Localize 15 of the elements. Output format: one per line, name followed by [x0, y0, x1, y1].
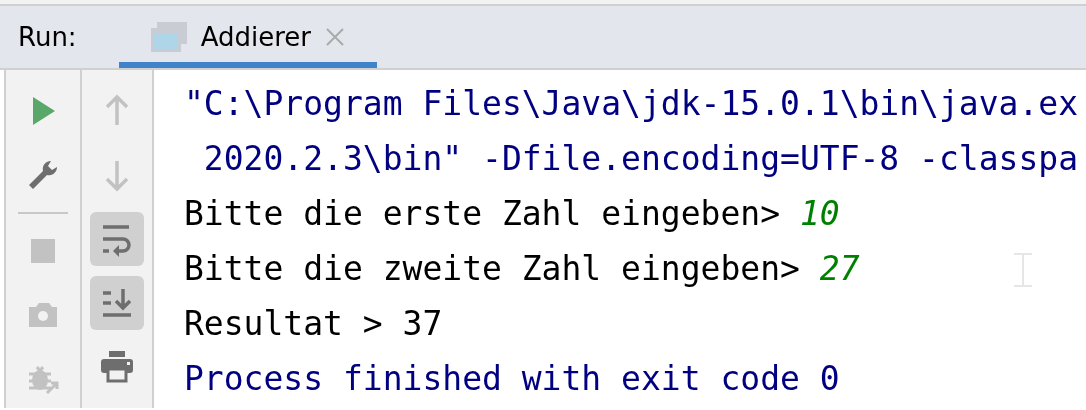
console-line: "C:\Program Files\Java\jdk-15.0.1\bin\java.ex — [184, 83, 1079, 125]
panel-label: Run: — [18, 20, 77, 54]
console-line: Bitte die zweite Zahl eingeben> 27 — [184, 248, 860, 290]
text-cursor-icon — [1012, 252, 1034, 288]
print-icon — [99, 349, 135, 385]
run-tab[interactable]: Addierer — [118, 12, 377, 68]
close-icon[interactable] — [325, 27, 345, 47]
console-line: Bitte die erste Zahl eingeben> 10 — [184, 193, 840, 235]
console-line: Process finished with exit code 0 — [184, 358, 840, 400]
console-line: 2020.2.3\bin" -Dfile.encoding=UTF-8 -classpa — [202, 138, 1079, 180]
tab-label: Addierer — [200, 20, 311, 54]
console-line: Resultat > 37 — [184, 303, 443, 345]
scroll-to-end-button[interactable] — [90, 276, 144, 330]
window-icon — [150, 22, 187, 52]
soft-wrap-button[interactable] — [90, 212, 144, 266]
